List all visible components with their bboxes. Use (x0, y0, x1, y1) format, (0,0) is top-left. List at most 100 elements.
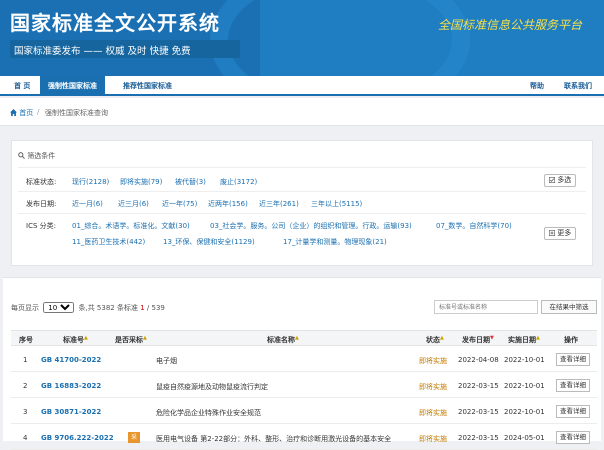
checkbox-icon (549, 177, 555, 183)
pager-total: 条,共 5382 条标准 (78, 304, 138, 312)
row-no: 2 (23, 382, 28, 390)
date-option[interactable]: 近一年(75) (162, 199, 197, 209)
adopted-badge: 采 (128, 432, 140, 443)
col-adopt[interactable]: 是否采标▲ (115, 335, 147, 345)
status-option[interactable]: 被代替(3) (175, 177, 206, 187)
ics-option[interactable]: 13_环保、保健和安全(1129) (163, 237, 255, 247)
pagination-info: 每页显示 10 条,共 5382 条标准 1 / 539 (11, 302, 165, 313)
view-detail-button[interactable]: 查看详细 (556, 353, 590, 366)
search-icon (18, 152, 25, 159)
filter-in-results-button[interactable]: 在结果中筛选 (541, 300, 597, 314)
col-pub-label: 发布日期 (462, 336, 490, 344)
sort-icon: ▲ (536, 335, 540, 341)
col-op: 操作 (564, 336, 578, 344)
row-code-link[interactable]: GB 41700-2022 (41, 356, 101, 364)
nav-contact[interactable]: 联系我们 (564, 76, 592, 96)
nav-help[interactable]: 帮助 (530, 76, 544, 96)
filter-divider (18, 213, 586, 214)
col-adopt-label: 是否采标 (115, 336, 143, 344)
date-option[interactable]: 近三年(261) (259, 199, 299, 209)
site-title: 国家标准全文公开系统 (10, 11, 220, 35)
row-pub-date: 2022-03-15 (458, 408, 499, 416)
ics-label: ICS 分类: (26, 222, 56, 230)
table-header: 序号 标准号▲ 是否采标▲ 标准名称▲ 状态▲ 发布日期▼ 实施日期▲ 操作 (11, 330, 597, 346)
row-pub-date: 2022-04-08 (458, 356, 499, 364)
col-code-label: 标准号 (63, 336, 84, 344)
view-detail-button[interactable]: 查看详细 (556, 405, 590, 418)
nav-recommended[interactable]: 推荐性国家标准 (123, 76, 172, 96)
more-button[interactable]: 更多 (544, 227, 577, 240)
ics-option[interactable]: 01_综合。术语学。标准化。文献(30) (72, 221, 190, 231)
status-label: 标准状态: (26, 178, 57, 186)
row-pub-date: 2022-03-15 (458, 382, 499, 390)
sort-icon: ▲ (143, 335, 147, 341)
ics-option[interactable]: 03_社会学。服务。公司（企业）的组织和管理。行政。运输(93) (210, 221, 412, 231)
multi-select-label: 多选 (557, 176, 572, 184)
nav-mandatory[interactable]: 强制性国家标准 (40, 76, 105, 96)
home-icon (10, 109, 17, 116)
current-page: 1 (140, 304, 145, 312)
row-status: 即将实施 (419, 357, 447, 365)
breadcrumb-home[interactable]: 首页 (10, 108, 33, 118)
table-row: 3 GB 30871-2022 危险化学品企业特殊作业安全规范 即将实施 202… (11, 399, 597, 424)
row-code-link[interactable]: GB 16883-2022 (41, 382, 101, 390)
table-row: 1 GB 41700-2022 电子烟 即将实施 2022-04-08 2022… (11, 347, 597, 372)
col-impl-label: 实施日期 (508, 336, 536, 344)
breadcrumb: 首页 / 强制性国家标准查询 (0, 98, 604, 126)
view-detail-button[interactable]: 查看详细 (556, 379, 590, 392)
col-impl[interactable]: 实施日期▲ (508, 335, 540, 345)
row-name: 危险化学品企业特殊作业安全规范 (156, 409, 261, 417)
filter-divider (18, 167, 586, 168)
sort-icon: ▲ (84, 335, 88, 341)
page-size-select[interactable]: 10 (43, 302, 75, 313)
more-label: 更多 (557, 229, 572, 237)
view-detail-button[interactable]: 查看详细 (556, 431, 590, 444)
breadcrumb-separator: / (37, 108, 40, 116)
result-search-input[interactable] (434, 300, 538, 314)
banner-decoration (210, 0, 470, 76)
ics-option[interactable]: 17_计量学和测量。物理现象(21) (283, 237, 387, 247)
date-option[interactable]: 近一月(6) (72, 199, 103, 209)
row-status: 即将实施 (419, 435, 447, 443)
status-option[interactable]: 即将实施(79) (120, 177, 162, 187)
nav-home[interactable]: 首 页 (14, 76, 30, 96)
row-name: 鼠疫自然疫源地及动物鼠疫流行判定 (156, 383, 268, 391)
results-panel: 每页显示 10 条,共 5382 条标准 1 / 539 在结果中筛选 序号 标… (3, 277, 601, 450)
date-option[interactable]: 近两年(156) (208, 199, 248, 209)
filter-divider (18, 191, 586, 192)
date-option[interactable]: 近三月(6) (118, 199, 149, 209)
main-nav: 首 页 强制性国家标准 推荐性国家标准 帮助 联系我们 (0, 76, 604, 96)
sort-icon: ▲ (440, 335, 444, 341)
sort-desc-icon: ▼ (490, 335, 494, 341)
col-status[interactable]: 状态▲ (426, 335, 444, 345)
col-no: 序号 (19, 336, 33, 344)
col-name-label: 标准名称 (267, 336, 295, 344)
sort-icon: ▲ (295, 335, 299, 341)
col-name[interactable]: 标准名称▲ (267, 335, 299, 345)
table-row: 4 GB 9706.222-2022 采 医用电气设备 第2-22部分：外科、整… (11, 425, 597, 450)
date-option[interactable]: 三年以上(5115) (311, 199, 362, 209)
plus-icon (549, 230, 555, 236)
row-impl-date: 2022-10-01 (504, 382, 545, 390)
col-code[interactable]: 标准号▲ (63, 335, 88, 345)
table-row: 2 GB 16883-2022 鼠疫自然疫源地及动物鼠疫流行判定 即将实施 20… (11, 373, 597, 398)
status-option[interactable]: 废止(3172) (220, 177, 257, 187)
header-banner: 国家标准全文公开系统 国家标准委发布 —— 权威 及时 快捷 免费 全国标准信息… (0, 0, 604, 76)
ics-option[interactable]: 07_数学。自然科学(70) (436, 221, 512, 231)
filter-title: 筛选条件 (27, 152, 56, 160)
filter-header: 筛选条件 (18, 151, 55, 161)
breadcrumb-home-label: 首页 (19, 109, 34, 117)
platform-slogan: 全国标准信息公共服务平台 (437, 18, 582, 32)
row-code-link[interactable]: GB 30871-2022 (41, 408, 101, 416)
site-subtitle: 国家标准委发布 —— 权威 及时 快捷 免费 (14, 46, 191, 57)
row-no: 1 (23, 356, 28, 364)
col-status-label: 状态 (426, 336, 440, 344)
multi-select-button[interactable]: 多选 (544, 174, 577, 187)
ics-option[interactable]: 11_医药卫生技术(442) (72, 237, 145, 247)
filter-panel: 筛选条件 标准状态: 现行(2128) 即将实施(79) 被代替(3) 废止(3… (11, 140, 593, 266)
row-no: 3 (23, 408, 28, 416)
pager-prefix: 每页显示 (11, 304, 39, 312)
status-option[interactable]: 现行(2128) (72, 177, 109, 187)
row-status: 即将实施 (419, 383, 447, 391)
col-pub[interactable]: 发布日期▼ (462, 335, 494, 345)
